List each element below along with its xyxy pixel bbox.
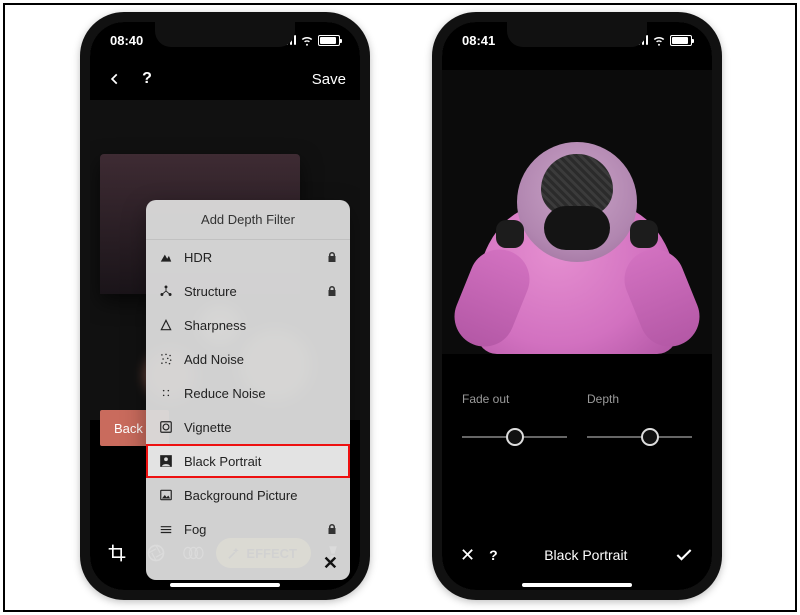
filter-item-add-noise[interactable]: Add Noise [146,342,350,376]
molecule-icon [158,283,174,299]
home-indicator[interactable] [170,583,280,587]
wifi-icon [652,33,666,47]
effect-controls: Fade out Depth [442,392,712,450]
picture-icon [158,487,174,503]
status-time: 08:41 [462,33,495,48]
popup-title: Add Depth Filter [146,200,350,240]
fade-out-slider[interactable] [462,424,567,450]
phone-right: 08:41 Fade out [432,12,722,600]
close-icon: ✕ [323,553,338,574]
lock-icon [326,251,338,263]
fade-out-label: Fade out [462,392,567,406]
slider-track [587,436,692,438]
filter-item-sharpness[interactable]: Sharpness [146,308,350,342]
wifi-icon [300,33,314,47]
screen-left: 08:40 ? Save Back Add Depth [90,22,360,590]
effect-title: Black Portrait [498,547,674,563]
bottom-bar: ✕ ? Black Portrait [442,536,712,580]
help-icon[interactable]: ? [136,68,158,90]
reduce-noise-icon [158,385,174,401]
depth-slider[interactable] [587,424,692,450]
filter-label: Vignette [184,420,338,435]
portrait-subject [462,134,692,354]
filter-item-hdr[interactable]: HDR [146,240,350,274]
screen-right: 08:41 Fade out [442,22,712,590]
photo-preview[interactable] [442,70,712,354]
mountain-icon [158,249,174,265]
phone-left: 08:40 ? Save Back Add Depth [80,12,370,600]
fade-out-control: Fade out [462,392,567,450]
filter-label: Black Portrait [184,454,338,469]
filter-item-reduce-noise[interactable]: Reduce Noise [146,376,350,410]
slider-knob[interactable] [641,428,659,446]
cancel-button[interactable]: ✕ [460,545,475,566]
filter-label: Sharpness [184,318,338,333]
depth-filter-popup: Add Depth Filter HDR Structure Sharpness… [146,200,350,580]
depth-label: Depth [587,392,692,406]
triangle-icon [158,317,174,333]
home-indicator[interactable] [522,583,632,587]
filter-item-vignette[interactable]: Vignette [146,410,350,444]
filter-item-background-picture[interactable]: Background Picture [146,478,350,512]
filter-label: Structure [184,284,316,299]
filter-item-fog[interactable]: Fog [146,512,350,546]
filter-label: Reduce Noise [184,386,338,401]
device-notch [507,21,647,47]
help-icon[interactable]: ? [489,547,498,563]
filter-label: HDR [184,250,316,265]
filter-item-structure[interactable]: Structure [146,274,350,308]
status-time: 08:40 [110,33,143,48]
vignette-icon [158,419,174,435]
back-overlay-label: Back [114,421,143,436]
battery-icon [670,35,692,46]
battery-icon [318,35,340,46]
person-icon [158,453,174,469]
popup-close-button[interactable]: ✕ [146,546,350,580]
filter-label: Background Picture [184,488,338,503]
app-header: ? Save [90,62,360,96]
lock-icon [326,285,338,297]
depth-control: Depth [587,392,692,450]
filter-label: Add Noise [184,352,338,367]
crop-tool[interactable] [100,538,134,568]
crop-icon [107,543,127,563]
lock-icon [326,523,338,535]
device-notch [155,21,295,47]
confirm-button[interactable] [674,545,694,565]
filter-item-black-portrait[interactable]: Black Portrait [146,444,350,478]
filter-label: Fog [184,522,316,537]
fog-icon [158,521,174,537]
slider-knob[interactable] [506,428,524,446]
noise-icon [158,351,174,367]
check-icon [674,545,694,565]
save-button[interactable]: Save [312,71,346,88]
back-icon[interactable] [104,68,126,90]
